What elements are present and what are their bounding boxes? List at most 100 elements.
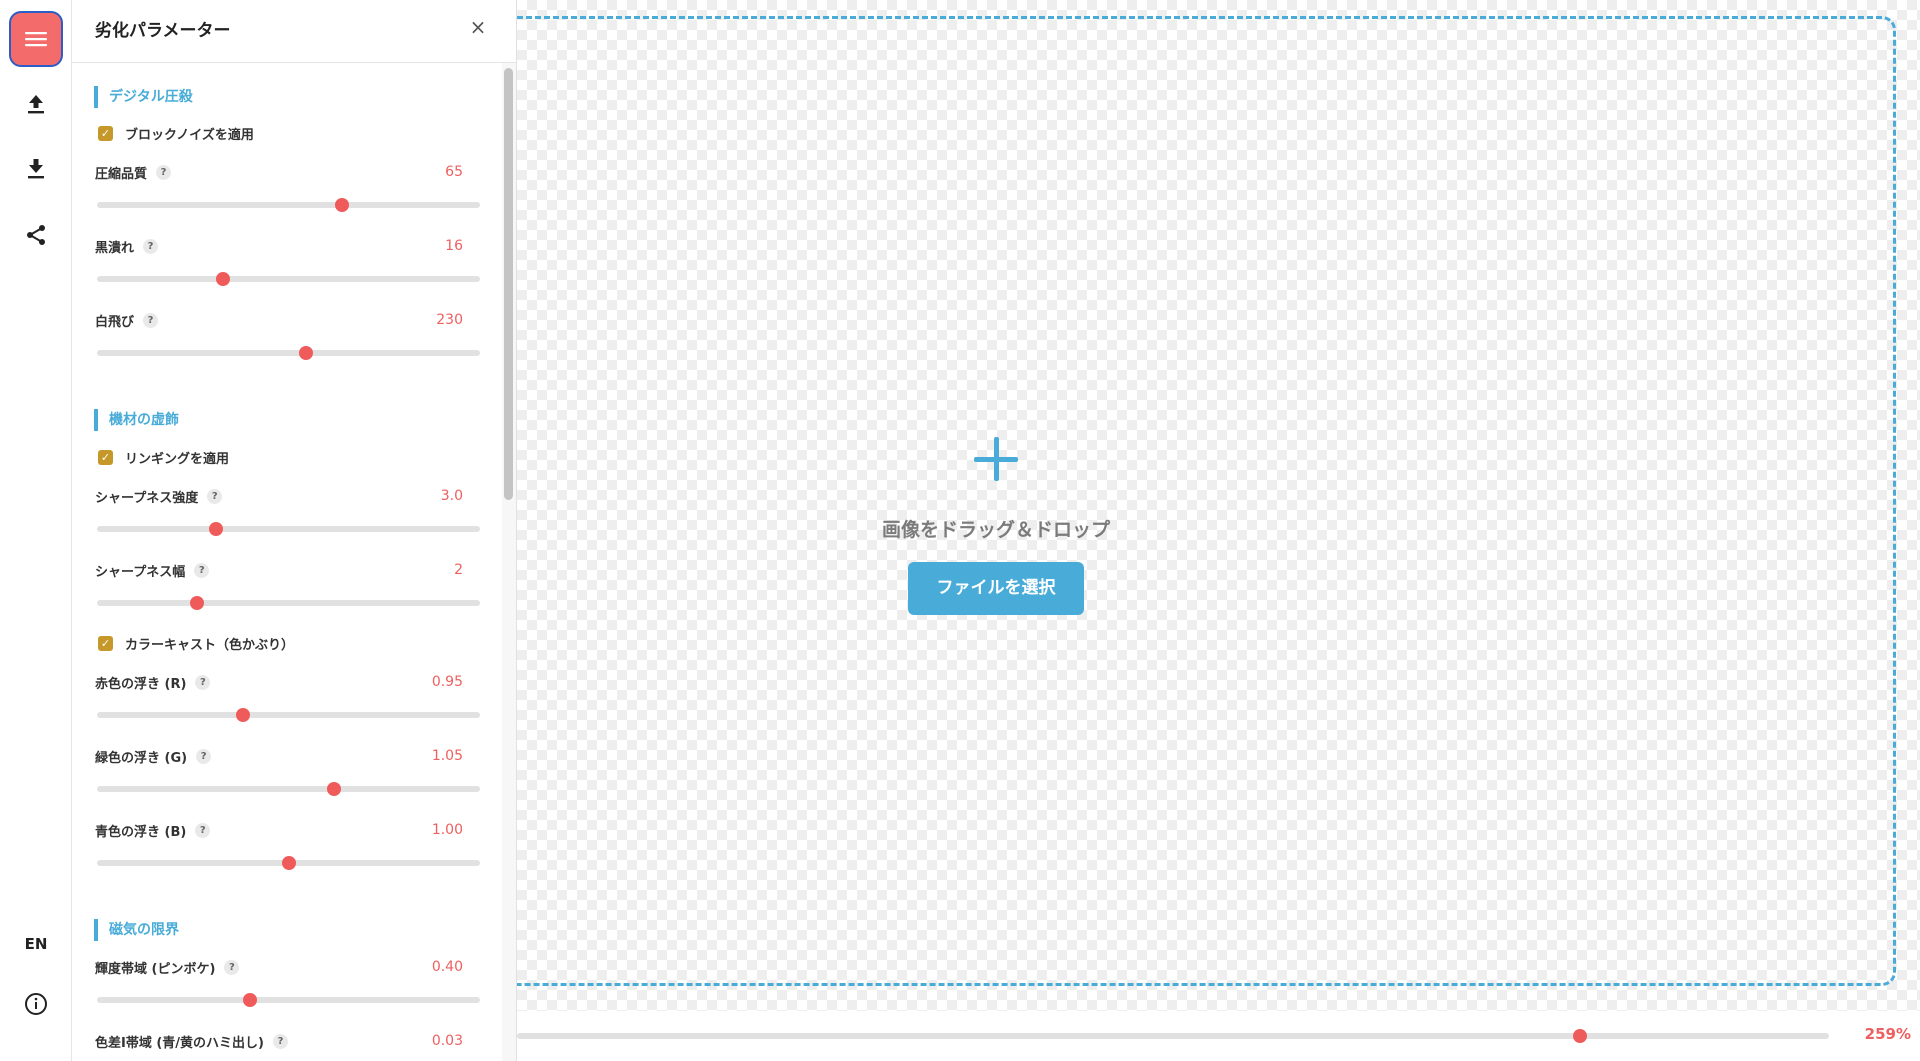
slider-track: [97, 526, 480, 532]
share-button[interactable]: [14, 213, 58, 257]
help-icon[interactable]: ?: [273, 1033, 288, 1049]
quality-slider[interactable]: [97, 197, 480, 213]
quality-label: 圧縮品質?: [95, 162, 172, 182]
zoom-slider-thumb[interactable]: [1572, 1029, 1587, 1043]
language-toggle[interactable]: EN: [0, 935, 72, 953]
ringing-checkbox[interactable]: ✓: [98, 449, 113, 465]
slider-thumb[interactable]: [335, 198, 350, 212]
slider-thumb[interactable]: [243, 993, 258, 1007]
sharpness-width-value: 2: [454, 562, 463, 578]
chroma-i-band-label-text: 色差I帯域 (青/黄のハミ出し): [95, 1035, 264, 1051]
panel-body: デジタル圧殺 ✓ ブロックノイズを適用 圧縮品質? 65 黒潰れ? 16 白飛び…: [72, 63, 502, 1061]
quality-value: 65: [445, 164, 463, 180]
slider-thumb[interactable]: [327, 782, 342, 796]
share-icon: [27, 225, 45, 245]
sharpness-strength-slider[interactable]: [97, 521, 480, 537]
chroma-i-band-label: 色差I帯域 (青/黄のハミ出し)?: [95, 1031, 288, 1051]
upload-icon: [28, 95, 44, 114]
sharpness-width-label: シャープネス幅?: [95, 560, 210, 580]
section-title-magnetic: 磁気の限界: [94, 919, 179, 941]
luma-band-label-text: 輝度帯域 (ピンボケ): [95, 961, 216, 977]
slider-track: [97, 276, 480, 282]
zoom-slider-track[interactable]: [517, 1033, 1829, 1039]
color-cast-label: カラーキャスト（色かぶり）: [125, 637, 295, 653]
slider-thumb[interactable]: [281, 856, 296, 870]
sharpness-strength-value: 3.0: [440, 488, 463, 504]
luma-band-value: 0.40: [431, 959, 463, 975]
slider-track: [97, 997, 480, 1003]
green-shift-label: 緑色の浮き (G)?: [95, 746, 212, 766]
ringing-checkbox-row[interactable]: ✓ リンギングを適用: [98, 447, 229, 467]
help-icon[interactable]: ?: [143, 312, 159, 328]
sharpness-width-slider[interactable]: [97, 595, 480, 611]
help-icon[interactable]: ?: [194, 562, 210, 578]
block-noise-checkbox[interactable]: ✓: [98, 125, 113, 141]
sharpness-strength-label-text: シャープネス強度: [95, 490, 199, 506]
luma-band-slider[interactable]: [97, 992, 480, 1008]
help-icon[interactable]: ?: [224, 959, 240, 975]
blue-shift-label: 青色の浮き (B)?: [95, 820, 211, 840]
red-shift-label-text: 赤色の浮き (R): [95, 676, 187, 692]
plus-icon: [974, 437, 1018, 481]
blue-shift-label-text: 青色の浮き (B): [95, 824, 187, 840]
menu-button[interactable]: [9, 11, 63, 67]
color-cast-checkbox[interactable]: ✓: [98, 635, 113, 651]
select-file-button[interactable]: ファイルを選択: [908, 562, 1084, 615]
section-title-digital: デジタル圧殺: [94, 86, 193, 108]
help-icon[interactable]: ?: [156, 164, 172, 180]
download-icon: [28, 159, 44, 179]
sharpness-width-label-text: シャープネス幅: [95, 564, 186, 580]
icon-rail: EN: [0, 0, 72, 1061]
parameter-panel: 劣化パラメーター × デジタル圧殺 ✓ ブロックノイズを適用 圧縮品質? 65 …: [72, 0, 517, 1061]
blue-shift-slider[interactable]: [97, 855, 480, 871]
close-panel-button[interactable]: ×: [466, 15, 490, 39]
drop-zone[interactable]: 画像をドラッグ＆ドロップ ファイルを選択: [517, 16, 1896, 986]
slider-thumb[interactable]: [189, 596, 204, 610]
white-clip-value: 230: [436, 312, 463, 328]
zoom-value: 259%: [1864, 1025, 1911, 1043]
help-icon[interactable]: ?: [207, 488, 223, 504]
green-shift-slider[interactable]: [97, 781, 480, 797]
section-title-equipment: 機材の虚飾: [94, 409, 179, 431]
white-clip-label: 白飛び?: [95, 310, 159, 330]
help-icon[interactable]: ?: [196, 748, 212, 764]
help-icon[interactable]: ?: [195, 674, 211, 690]
sharpness-strength-label: シャープネス強度?: [95, 486, 223, 506]
white-clip-label-text: 白飛び: [95, 314, 135, 330]
slider-thumb[interactable]: [298, 346, 313, 360]
help-icon[interactable]: ?: [195, 822, 211, 838]
chroma-i-band-value: 0.03: [431, 1033, 463, 1049]
block-noise-checkbox-row[interactable]: ✓ ブロックノイズを適用: [98, 123, 254, 143]
drop-instruction: 画像をドラッグ＆ドロップ: [881, 519, 1110, 541]
panel-header: 劣化パラメーター ×: [72, 0, 516, 63]
panel-scrollbar-thumb[interactable]: [504, 68, 513, 500]
black-crush-label: 黒潰れ?: [95, 236, 159, 256]
green-shift-value: 1.05: [431, 748, 463, 764]
canvas-area: 画像をドラッグ＆ドロップ ファイルを選択 259%: [517, 0, 1920, 1061]
help-icon[interactable]: ?: [143, 238, 159, 254]
hamburger-icon: [25, 32, 47, 47]
slider-thumb[interactable]: [208, 522, 223, 536]
slider-thumb[interactable]: [216, 272, 231, 286]
slider-thumb[interactable]: [235, 708, 250, 722]
slider-track: [97, 712, 480, 718]
blue-shift-value: 1.00: [431, 822, 463, 838]
block-noise-label: ブロックノイズを適用: [125, 127, 254, 143]
zoom-bar: 259%: [517, 1011, 1920, 1061]
color-cast-checkbox-row[interactable]: ✓ カラーキャスト（色かぶり）: [98, 633, 294, 653]
download-button[interactable]: [14, 147, 58, 191]
black-crush-label-text: 黒潰れ: [95, 240, 135, 256]
info-button[interactable]: [14, 982, 58, 1026]
slider-track: [97, 786, 480, 792]
panel-title: 劣化パラメーター: [95, 21, 231, 41]
red-shift-slider[interactable]: [97, 707, 480, 723]
red-shift-value: 0.95: [431, 674, 463, 690]
slider-track: [97, 600, 480, 606]
luma-band-label: 輝度帯域 (ピンボケ)?: [95, 957, 240, 977]
slider-track: [97, 202, 480, 208]
upload-button[interactable]: [14, 82, 58, 126]
ringing-label: リンギングを適用: [125, 451, 230, 467]
white-clip-slider[interactable]: [97, 345, 480, 361]
red-shift-label: 赤色の浮き (R)?: [95, 672, 211, 692]
black-crush-slider[interactable]: [97, 271, 480, 287]
